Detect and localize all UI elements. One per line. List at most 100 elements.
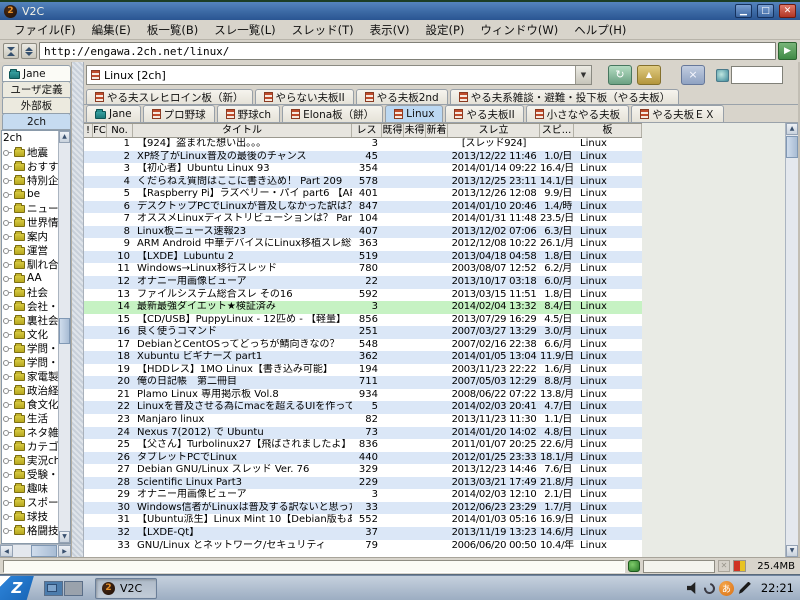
column-header[interactable]: ! [84,124,93,137]
board-tab[interactable]: Elona板（餅） [282,105,384,122]
tree-item[interactable]: ネタ雑談 [3,425,58,439]
abort-icon[interactable]: ✕ [718,560,730,572]
table-row[interactable]: 26 タブレットPCでLinux 440 2012/01/25 23:33 18.1/月… [84,451,642,465]
column-header[interactable]: スレ立 [448,124,540,137]
sidebar-horizontal-scrollbar[interactable]: ◀ ▶ [0,544,71,557]
scroll-track[interactable] [786,135,798,545]
table-row[interactable]: 23 Manjaro linux 82 2013/11/23 11:30 1.1/日 Li… [84,414,642,427]
menu-item[interactable]: ウィンドウ(W) [472,21,566,39]
sidebar-tab-ユーザ定義[interactable]: ユーザ定義 [2,81,71,98]
tree-item[interactable]: 特別企画 [3,173,58,187]
expand-panes-button[interactable] [21,43,37,59]
table-row[interactable]: 27 Debian GNU/Linux スレッド Ver. 76 329 2013/1… [84,464,642,477]
menu-item[interactable]: 設定(P) [417,21,472,39]
go-button[interactable]: ▶ [778,42,797,60]
table-row[interactable]: 14 最新最強ダイエット★検証済み 3 2014/02/04 13:32 8.4/日 Li… [84,301,642,314]
table-row[interactable]: 6 デスクトップPCでLinuxが普及しなかった訳は？ 2 847 2014/01/1… [84,200,642,214]
tree-item[interactable]: スポーツ [3,495,58,509]
board-tab[interactable]: 小さなやる夫板 [525,105,630,122]
table-row[interactable]: 22 Linuxを普及させる為にmacを超えるUIを作って... 5 2014/02/… [84,401,642,415]
board-tab[interactable]: やる夫スレヒロイン板（新） [86,89,253,104]
tree-expand-handle[interactable] [3,471,12,478]
sidebar-vertical-scrollbar[interactable]: ▲ ▼ [58,131,70,543]
live-icon[interactable] [628,560,640,572]
tree-expand-handle[interactable] [3,443,12,450]
table-row[interactable]: 2 XP終了がLinux普及の最後のチャンス 45 2013/12/22 11:46 1… [84,150,642,164]
table-row[interactable]: 21 Plamo Linux 専用掲示板 Vol.8 934 2008/06/22 0… [84,388,642,402]
tree-expand-handle[interactable] [3,499,12,506]
tree-expand-handle[interactable] [3,149,12,156]
column-header[interactable]: FC [93,124,107,137]
board-tab[interactable]: 野球ch [216,105,281,122]
workspace-pager[interactable] [44,580,83,596]
column-header[interactable]: 板 [574,124,642,137]
menu-item[interactable]: スレッド(T) [284,21,362,39]
table-row[interactable]: 5 【Raspberry Pi】ラズベリー・パイ part6 【ARM】 401 20… [84,188,642,201]
menu-item[interactable]: 板一覧(B) [139,21,206,39]
tree-item[interactable]: 案内 [3,229,58,243]
scroll-thumb[interactable] [786,136,798,158]
tree-item[interactable]: 実況ch [3,453,58,467]
table-row[interactable]: 11 Windows→Linux移行スレッド 780 2003/08/07 12:52… [84,263,642,277]
tree-expand-handle[interactable] [3,275,12,282]
tree-item[interactable]: 格闘技 [3,523,58,537]
taskbar-window-button[interactable]: 2 V2C [95,577,158,599]
start-menu-button[interactable]: Z [0,575,34,600]
title-bar[interactable]: 2 V2C ▁ □ ✕ [0,0,800,20]
board-combobox[interactable]: Linux [2ch] ▼ [86,65,592,85]
column-header[interactable]: No. [107,124,133,137]
board-tab[interactable]: やらない夫板II [254,89,354,104]
table-row[interactable]: 3 【初心者】Ubuntu Linux 93 354 2014/01/14 09:22… [84,163,642,176]
tree-item[interactable]: 家電製品 [3,369,58,383]
table-row[interactable]: 15 【CD/USB】PuppyLinux - 12匹め - 【軽量】 856 201… [84,313,642,327]
table-row[interactable]: 19 【HDDレス】1MO Linux【書き込み可能】 194 2003/11/23 … [84,363,642,377]
sidebar-tab-Jane[interactable]: Jane [2,65,71,82]
table-row[interactable]: 32 【LXDE-Qt】 37 2013/11/19 13:23 14.6/月 Linux [84,526,642,540]
tree-item[interactable]: 社会 [3,285,58,299]
tree-expand-handle[interactable] [3,261,12,268]
table-row[interactable]: 7 オススメLinuxディストリビューションは？ Part51 104 2014/01… [84,213,642,226]
table-row[interactable]: 8 Linux板ニュース速報23 407 2013/12/02 07:06 6.3/日 L… [84,225,642,239]
tree-expand-handle[interactable] [3,247,12,254]
tree-expand-handle[interactable] [3,359,12,366]
table-row[interactable]: 4 くだらねえ質問はここに書き込め！ Part 209 578 2013/12/25 … [84,175,642,189]
tree-item[interactable]: ニュース [3,201,58,215]
scroll-thumb[interactable] [59,317,70,344]
board-tab[interactable]: Jane [86,105,141,122]
tree-item[interactable]: 趣味 [3,481,58,495]
table-row[interactable]: 18 Xubuntu ビギナーズ part1 362 2014/01/05 13:04… [84,351,642,364]
column-header[interactable]: 新着 [426,124,448,137]
workspace-1[interactable] [44,580,63,596]
scroll-thumb[interactable] [31,545,57,557]
ime-icon[interactable]: あ [718,580,734,596]
tree-expand-handle[interactable] [3,485,12,492]
tree-item[interactable]: 政治経済 [3,383,58,397]
scroll-track[interactable] [13,545,58,557]
tree-expand-handle[interactable] [3,163,12,170]
workspace-2[interactable] [64,580,83,596]
tree-item[interactable]: 学問・理 [3,341,58,355]
close-tab-button[interactable]: × [681,65,705,85]
chevron-down-icon[interactable]: ▼ [575,66,591,84]
table-row[interactable]: 30 Windows信者がLinuxは普及する訳ないと思った時68 33 2012/0… [84,501,642,515]
table-row[interactable]: 16 良く使うコマンド 251 2007/03/27 13:29 3.0/月 Linux [84,326,642,339]
table-row[interactable]: 12 オナニー用画像ビューア 22 2013/10/17 03:18 6.0/月 Linu… [84,276,642,289]
sidebar-tab-2ch[interactable]: 2ch [2,113,71,130]
tree-expand-handle[interactable] [3,331,12,338]
column-header[interactable]: タイトル [133,124,352,137]
table-row[interactable]: 13 ファイルシステム総合スレ その16 592 2013/03/15 11:51 1.… [84,288,642,302]
table-row[interactable]: 29 オナニー用画像ビューア 3 2014/02/03 12:10 2.1/日 Linux [84,489,642,502]
minimize-button[interactable]: ▁ [735,4,752,18]
scroll-up-icon[interactable]: ▲ [59,131,70,143]
tree-item[interactable]: 馴れ合い [3,257,58,271]
tree-expand-handle[interactable] [3,317,12,324]
table-row[interactable]: 17 DebianとCentOSってどっちが鯖向きなの？ 548 2007/02/16… [84,338,642,352]
table-row[interactable]: 9 ARM Android 中華デバイスにLinux移植スレ総合 363 2012/1… [84,238,642,251]
close-button[interactable]: ✕ [779,4,796,18]
volume-icon[interactable] [686,582,696,594]
scroll-down-icon[interactable]: ▼ [59,531,70,543]
column-header[interactable]: 既得 [382,124,404,137]
scroll-track[interactable] [59,143,70,531]
tree-expand-handle[interactable] [3,345,12,352]
tree-expand-handle[interactable] [3,415,12,422]
